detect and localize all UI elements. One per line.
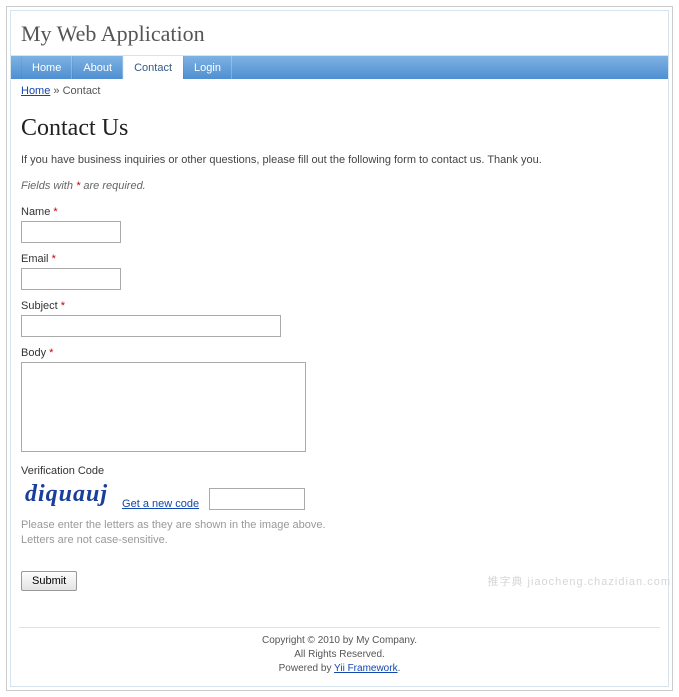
breadcrumb-home[interactable]: Home — [21, 85, 50, 97]
nav-home[interactable]: Home — [21, 56, 72, 79]
footer-framework-link[interactable]: Yii Framework — [334, 663, 398, 674]
header: My Web Application — [11, 11, 668, 56]
captcha-input[interactable] — [209, 488, 305, 510]
captcha-refresh-link[interactable]: Get a new code — [122, 498, 199, 510]
page-heading: Contact Us — [21, 115, 658, 142]
nav-contact[interactable]: Contact — [123, 56, 183, 79]
subject-label: Subject * — [21, 300, 658, 312]
breadcrumb: Home » Contact — [11, 79, 668, 101]
submit-button[interactable]: Submit — [21, 571, 77, 591]
footer: Copyright © 2010 by My Company. All Righ… — [11, 628, 668, 686]
field-verification: Verification Code diquauj Get a new code… — [21, 465, 658, 549]
name-input[interactable] — [21, 221, 121, 243]
field-subject: Subject * — [21, 300, 658, 337]
body-label: Body * — [21, 347, 658, 359]
required-note: Fields with * are required. — [21, 180, 658, 192]
nav-about[interactable]: About — [72, 56, 123, 79]
email-label: Email * — [21, 253, 658, 265]
email-input[interactable] — [21, 268, 121, 290]
app-title: My Web Application — [21, 21, 658, 47]
footer-rights: All Rights Reserved. — [294, 649, 385, 660]
captcha-hint: Please enter the letters as they are sho… — [21, 518, 658, 549]
intro-text: If you have business inquiries or other … — [21, 154, 658, 166]
name-label: Name * — [21, 206, 658, 218]
field-name: Name * — [21, 206, 658, 243]
field-email: Email * — [21, 253, 658, 290]
watermark: 推字典 jiaocheng.chazidian.com — [487, 573, 671, 589]
body-textarea[interactable] — [21, 362, 306, 452]
breadcrumb-current: Contact — [63, 85, 101, 97]
captcha-image: diquauj — [21, 481, 112, 510]
subject-input[interactable] — [21, 315, 281, 337]
content: Contact Us If you have business inquirie… — [11, 101, 668, 609]
breadcrumb-sep: » — [50, 85, 62, 97]
captcha-row: diquauj Get a new code — [21, 481, 658, 510]
verification-label: Verification Code — [21, 465, 658, 477]
main-nav: Home About Contact Login — [11, 56, 668, 79]
nav-login[interactable]: Login — [183, 56, 232, 79]
footer-copyright: Copyright © 2010 by My Company. — [262, 635, 417, 646]
field-body: Body * — [21, 347, 658, 455]
